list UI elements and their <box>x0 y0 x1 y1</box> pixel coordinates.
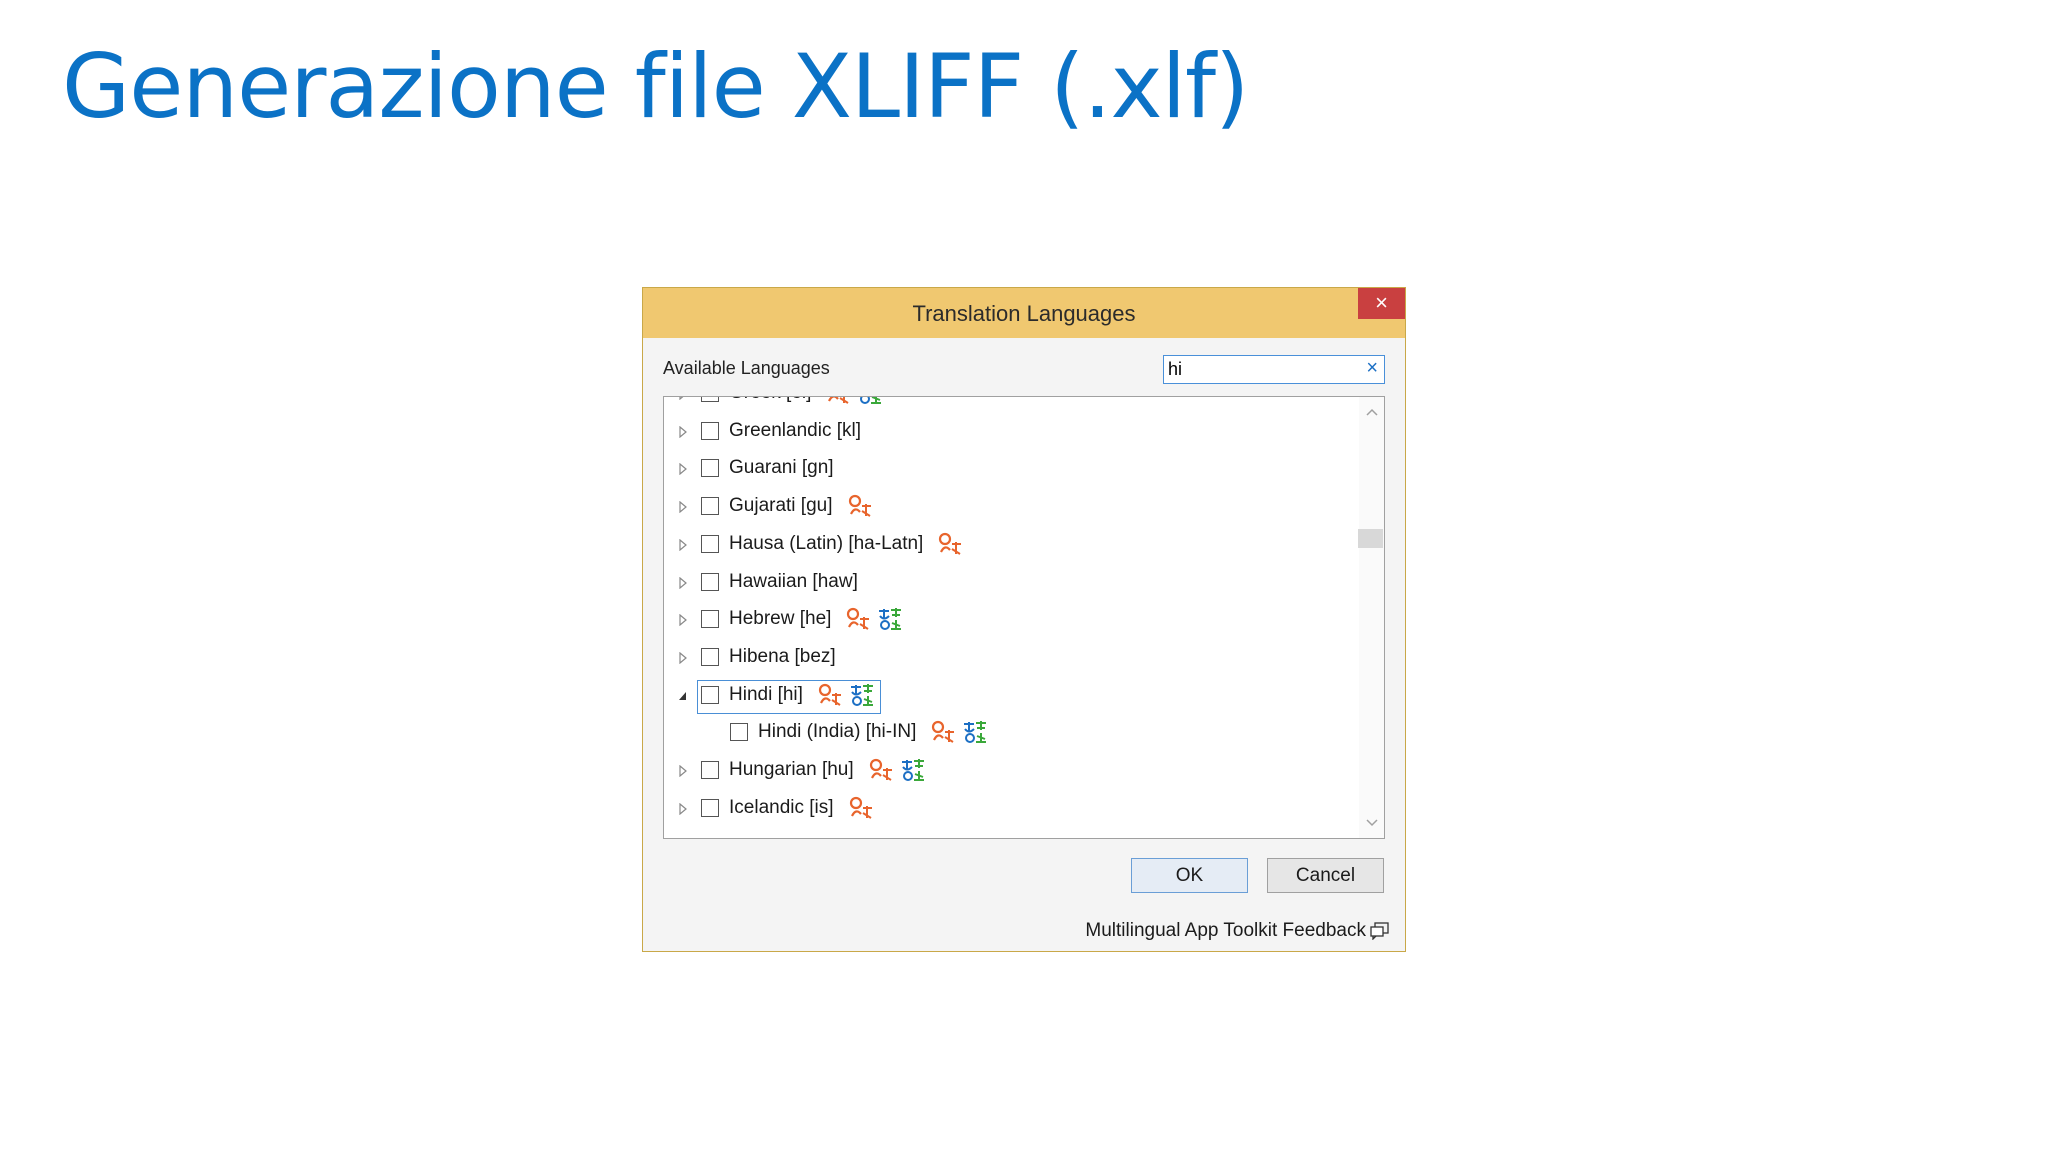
language-checkbox[interactable] <box>701 572 719 591</box>
collapsed-arrow-icon[interactable] <box>678 614 688 627</box>
translation-languages-dialog: Translation Languages × Available Langua… <box>642 287 1406 952</box>
language-support-icons <box>845 607 903 631</box>
focus-rectangle <box>697 679 881 714</box>
list-item[interactable]: Hungarian [hu] <box>664 753 1354 789</box>
machine-translation-icon <box>932 721 955 744</box>
clear-search-icon[interactable]: × <box>1366 357 1378 380</box>
language-checkbox[interactable] <box>701 798 719 817</box>
ok-button[interactable]: OK <box>1131 858 1248 893</box>
language-checkbox[interactable] <box>701 761 719 779</box>
collapsed-arrow-icon[interactable] <box>678 425 688 438</box>
language-label: Hungarian [hu] <box>729 759 854 780</box>
language-checkbox[interactable] <box>701 497 719 516</box>
language-search-input[interactable] <box>1168 358 1348 380</box>
list-item[interactable]: Hausa (Latin) [ha-Latn] <box>664 527 1354 563</box>
list-item[interactable]: Guarani [gn] <box>664 451 1354 487</box>
feedback-icon <box>1370 922 1389 940</box>
language-support-icons <box>825 397 883 405</box>
language-tree-list[interactable]: Greek [el] Greenlandic [kl] Guarani [gn] Gu… <box>663 396 1385 839</box>
collapsed-arrow-icon[interactable] <box>678 576 688 589</box>
language-support-icons <box>937 532 963 556</box>
language-label: Hindi (India) [hi-IN] <box>758 721 917 743</box>
dialog-titlebar: Translation Languages × <box>643 288 1405 338</box>
language-label: Hibena [bez] <box>729 645 836 667</box>
scroll-down-icon[interactable] <box>1365 816 1379 830</box>
language-support-icons <box>930 720 988 744</box>
machine-translation-icon <box>849 796 872 819</box>
dialog-title: Translation Languages <box>912 301 1136 326</box>
list-item[interactable]: Hawaiian [haw] <box>664 565 1354 601</box>
translation-memory-icon <box>901 759 924 781</box>
feedback-label: Multilingual App Toolkit Feedback <box>1085 920 1366 941</box>
language-checkbox[interactable] <box>701 459 719 478</box>
slide-title: Generazione file XLIFF (.xlf) <box>62 35 1249 138</box>
language-checkbox[interactable] <box>701 397 719 402</box>
machine-translation-icon <box>869 758 892 781</box>
language-label: Guarani [gn] <box>729 457 834 479</box>
collapsed-arrow-icon[interactable] <box>678 651 688 664</box>
language-label: Hebrew [he] <box>729 608 832 630</box>
collapsed-arrow-icon[interactable] <box>678 501 688 514</box>
language-label: Greenlandic [kl] <box>729 419 862 441</box>
machine-translation-icon <box>939 532 962 555</box>
machine-translation-icon <box>828 397 849 404</box>
language-support-icons <box>847 494 873 518</box>
list-item[interactable]: Icelandic [is] <box>664 791 1354 827</box>
machine-translation-icon <box>848 494 871 517</box>
language-checkbox[interactable] <box>701 610 719 629</box>
list-item[interactable]: Hebrew [he] <box>664 602 1354 638</box>
list-item[interactable]: Greek [el] <box>664 396 1354 412</box>
list-item[interactable]: Hibena [bez] <box>664 640 1354 676</box>
language-label: Hawaiian [haw] <box>729 570 858 592</box>
translation-memory-icon <box>860 397 882 404</box>
translation-memory-icon <box>964 721 987 744</box>
collapsed-arrow-icon[interactable] <box>678 765 688 777</box>
collapsed-arrow-icon[interactable] <box>678 396 688 400</box>
scroll-up-icon[interactable] <box>1365 405 1379 419</box>
close-button[interactable]: × <box>1358 288 1405 319</box>
available-languages-label: Available Languages <box>663 358 830 378</box>
language-checkbox[interactable] <box>701 534 719 553</box>
language-support-icons <box>868 758 926 782</box>
scrollbar-thumb[interactable] <box>1358 529 1383 548</box>
machine-translation-icon <box>847 608 870 631</box>
list-item[interactable]: Gujarati [gu] <box>664 489 1354 525</box>
vertical-scrollbar[interactable] <box>1358 397 1384 838</box>
feedback-link[interactable]: Multilingual App Toolkit Feedback <box>1085 920 1390 942</box>
language-checkbox[interactable] <box>730 723 748 742</box>
language-label: Hausa (Latin) [ha-Latn] <box>729 532 924 554</box>
collapsed-arrow-icon[interactable] <box>678 463 688 476</box>
expanded-arrow-icon[interactable] <box>678 690 688 702</box>
language-label: Gujarati [gu] <box>729 495 833 517</box>
list-item[interactable]: Hindi [hi] <box>664 678 1354 714</box>
language-checkbox[interactable] <box>701 647 719 666</box>
collapsed-arrow-icon[interactable] <box>678 802 688 815</box>
translation-memory-icon <box>879 608 902 631</box>
list-item[interactable]: Greenlandic [kl] <box>664 414 1354 450</box>
language-search-box[interactable]: × <box>1163 355 1385 384</box>
language-label: Greek [el] <box>729 397 811 404</box>
language-checkbox[interactable] <box>701 421 719 440</box>
child-list-item[interactable]: Hindi (India) [hi-IN] <box>664 715 1354 751</box>
collapsed-arrow-icon[interactable] <box>678 538 688 551</box>
language-support-icons <box>848 796 874 820</box>
language-label: Icelandic [is] <box>729 796 834 818</box>
cancel-button[interactable]: Cancel <box>1267 858 1384 893</box>
